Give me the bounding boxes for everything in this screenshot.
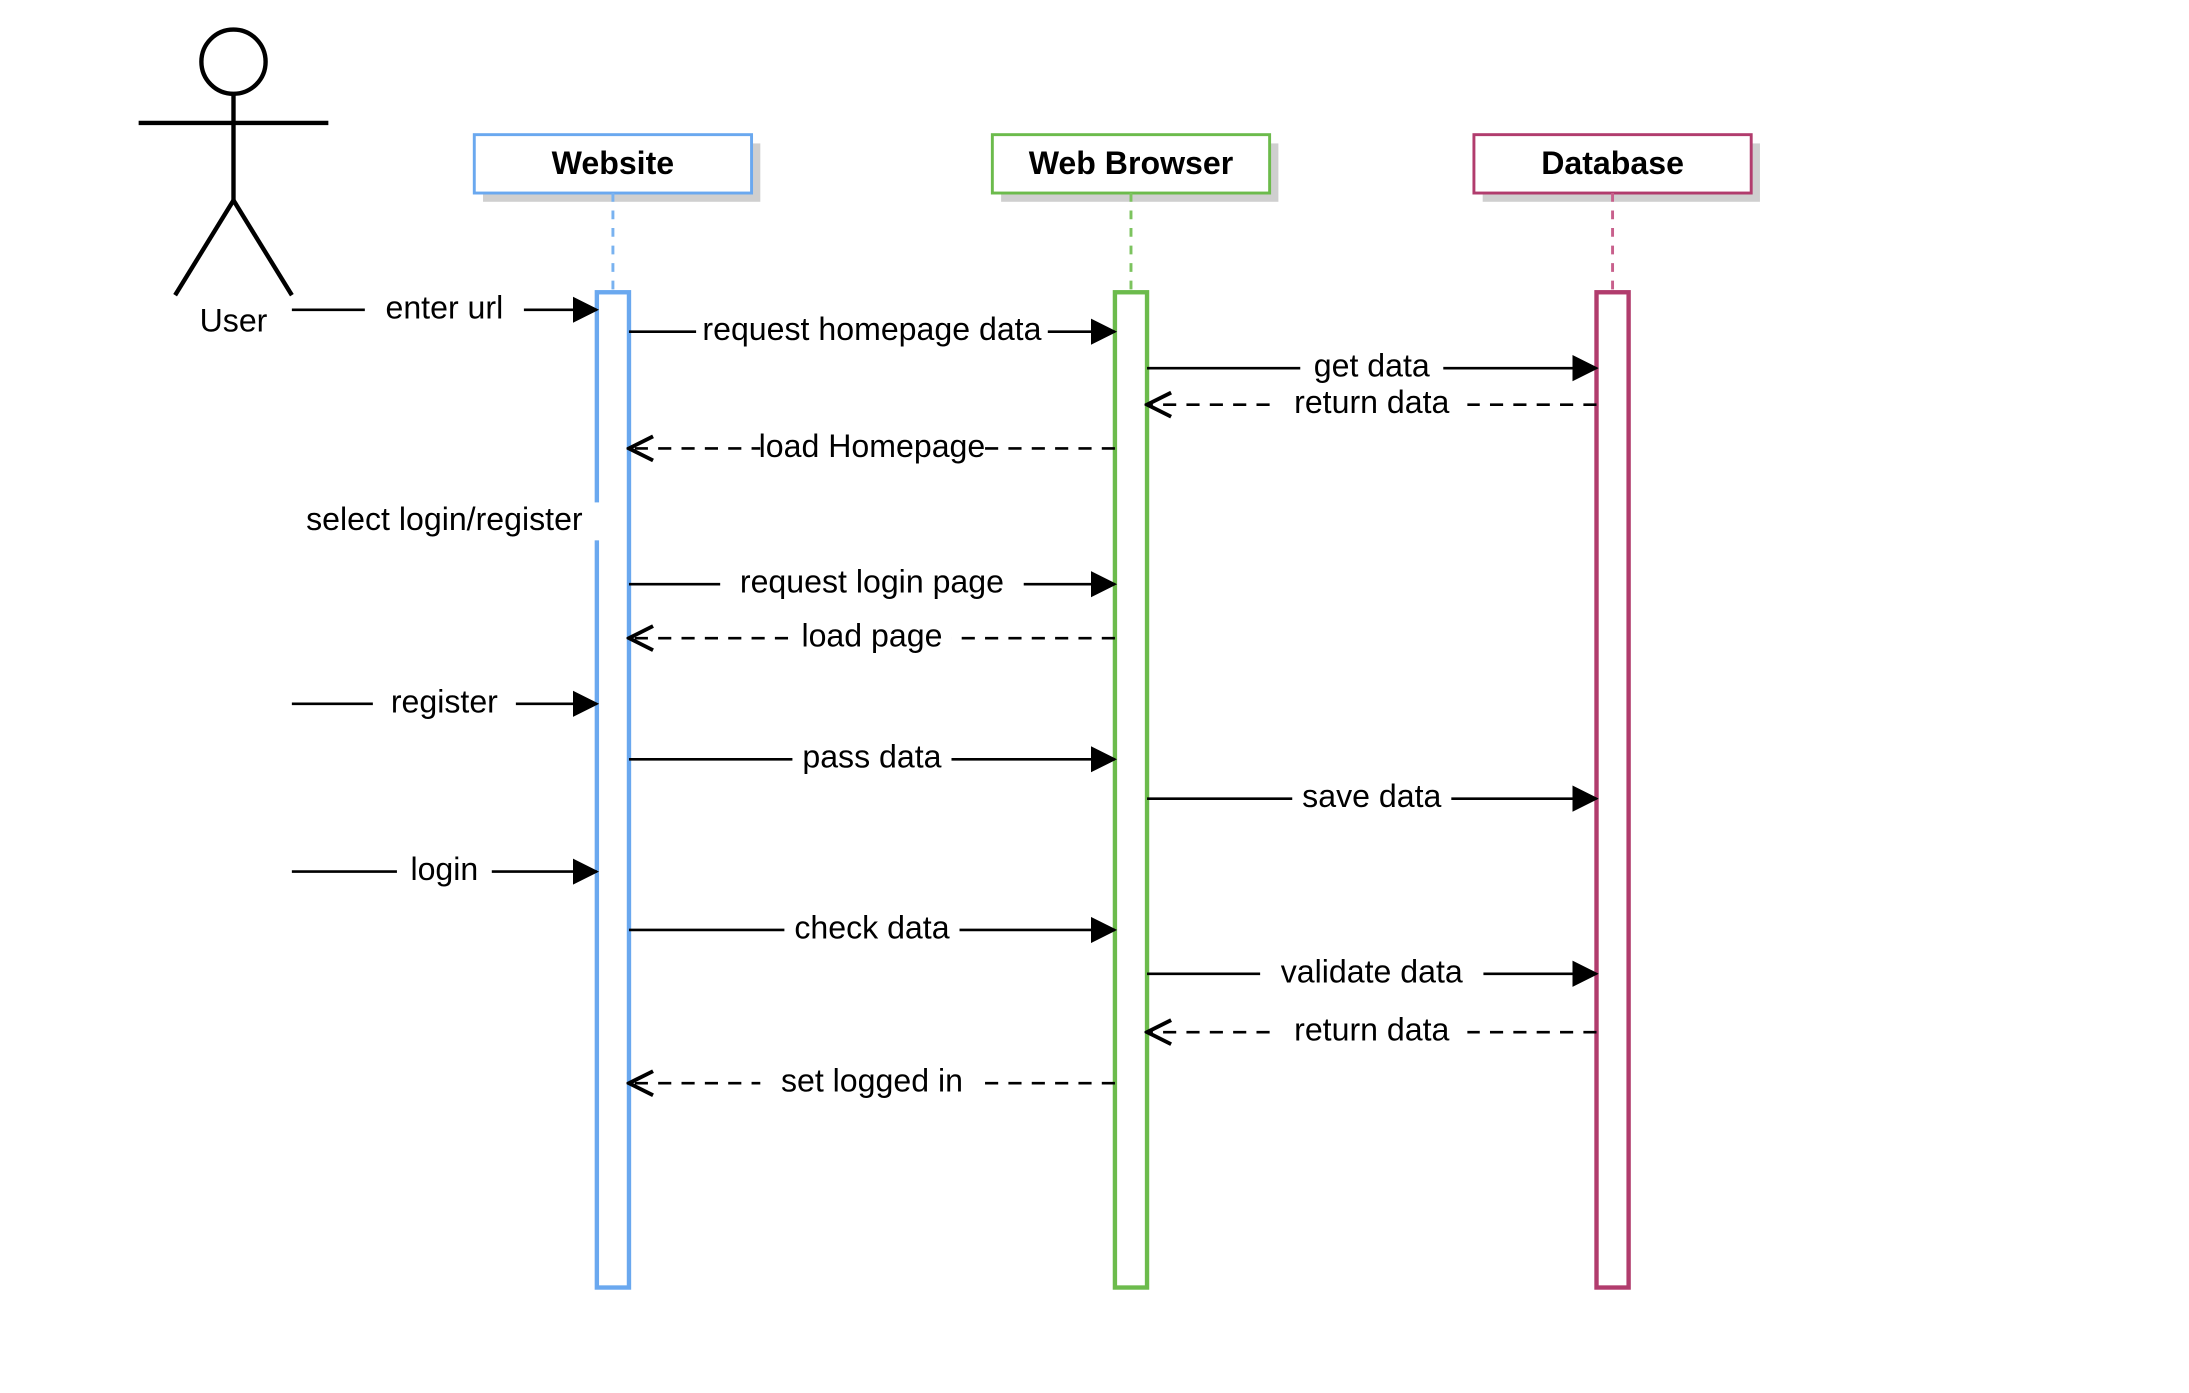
activation-browser	[1115, 292, 1147, 1287]
message-label: pass data	[802, 739, 941, 775]
actor-user: User	[139, 30, 329, 339]
lifeline-label-browser: Web Browser	[1029, 145, 1234, 181]
lifeline-label-database: Database	[1541, 145, 1684, 181]
message-label: register	[391, 683, 498, 719]
message-label: save data	[1302, 778, 1441, 814]
message-label: enter url	[385, 289, 503, 325]
message-label: request login page	[740, 564, 1004, 600]
message-label: load Homepage	[759, 428, 986, 464]
message-label: validate data	[1281, 953, 1463, 989]
message-label: select login/register	[306, 501, 583, 537]
message-label: login	[410, 851, 478, 887]
message-label: request homepage data	[702, 311, 1041, 347]
message-label: return data	[1294, 1012, 1449, 1048]
message-label: get data	[1314, 348, 1430, 384]
message-label: set logged in	[781, 1063, 963, 1099]
sequence-diagram: User Website Web Browser Database enter ur…	[0, 0, 2189, 1393]
message-label: return data	[1294, 384, 1449, 420]
activation-database	[1597, 292, 1629, 1287]
lifeline-label-website: Website	[552, 145, 674, 181]
actor-label: User	[200, 303, 268, 339]
message-label: check data	[794, 909, 949, 945]
message-label: load page	[801, 618, 942, 654]
activation-website	[597, 292, 629, 1287]
